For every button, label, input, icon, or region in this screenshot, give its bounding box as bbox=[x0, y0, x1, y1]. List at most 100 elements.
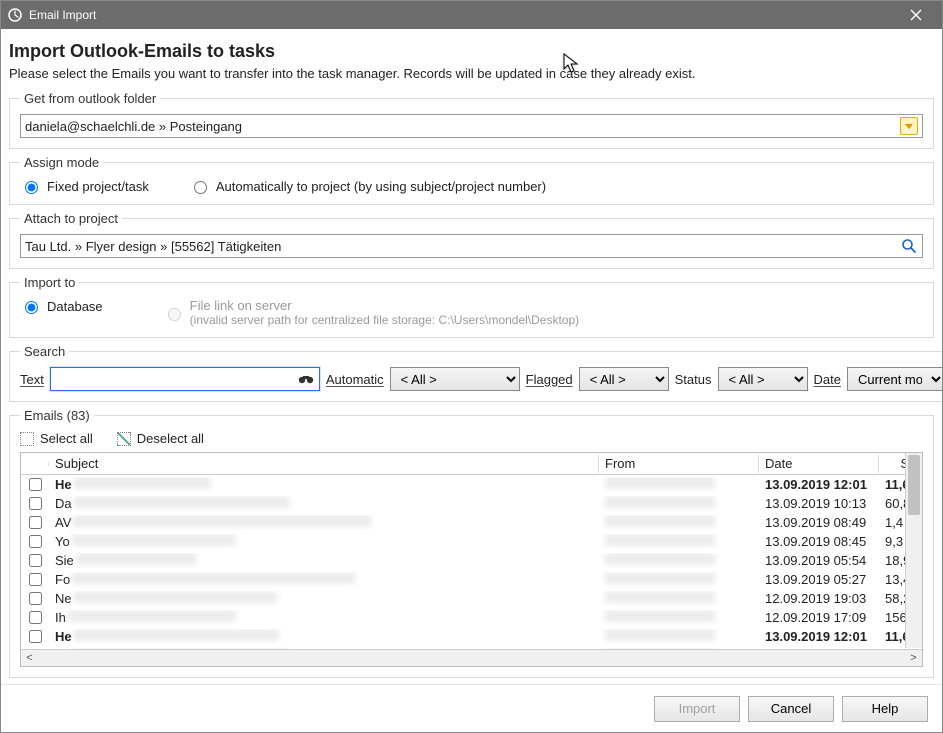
app-icon bbox=[7, 7, 23, 23]
radio-filelink bbox=[168, 308, 181, 321]
status-label: Status bbox=[675, 372, 712, 387]
search-icon[interactable] bbox=[900, 237, 918, 255]
table-row[interactable]: Yoxx13.09.2019 08:459,3 K bbox=[21, 532, 922, 551]
import-to-legend: Import to bbox=[20, 275, 79, 290]
flagged-label: Flagged bbox=[526, 372, 573, 387]
col-date[interactable]: Date bbox=[759, 454, 879, 473]
import-to-database[interactable]: Database bbox=[20, 298, 103, 314]
table-row[interactable]: Daxx13.09.2019 10:1360,8 K bbox=[21, 494, 922, 513]
scroll-right-icon[interactable]: > bbox=[905, 652, 922, 664]
scroll-left-icon[interactable]: < bbox=[21, 652, 38, 664]
search-input-wrap[interactable] bbox=[50, 367, 320, 391]
redacted-text: x bbox=[605, 648, 715, 649]
assign-mode-auto[interactable]: Automatically to project (by using subje… bbox=[189, 178, 546, 194]
redacted-text: x bbox=[72, 572, 355, 584]
table-row[interactable]: Siexx13.09.2019 05:5418,9 K bbox=[21, 551, 922, 570]
redacted-text: x bbox=[74, 496, 290, 508]
import-to-group: Import to Database File link on server (… bbox=[9, 275, 934, 338]
status-select[interactable]: < All > bbox=[718, 367, 808, 391]
row-date: 13.09.2019 10:13 bbox=[759, 648, 879, 649]
row-checkbox[interactable] bbox=[29, 592, 42, 605]
redacted-text: x bbox=[605, 610, 715, 622]
row-checkbox[interactable] bbox=[29, 478, 42, 491]
scrollbar-thumb[interactable] bbox=[908, 455, 920, 515]
titlebar: Email Import bbox=[1, 1, 942, 29]
select-all-icon bbox=[20, 432, 34, 446]
row-date: 13.09.2019 08:45 bbox=[759, 534, 879, 549]
date-select[interactable]: Current month bbox=[847, 367, 942, 391]
row-checkbox[interactable] bbox=[29, 535, 42, 548]
row-subject-prefix: Sie bbox=[55, 553, 74, 568]
table-row[interactable]: Daxx13.09.2019 10:1360,8 K bbox=[21, 646, 922, 649]
redacted-text: x bbox=[68, 610, 236, 622]
assign-mode-fixed[interactable]: Fixed project/task bbox=[20, 178, 149, 194]
cancel-button[interactable]: Cancel bbox=[748, 696, 834, 722]
window-title: Email Import bbox=[29, 8, 896, 22]
table-row[interactable]: Ihxx12.09.2019 17:09156,8 K bbox=[21, 608, 922, 627]
select-all-button[interactable]: Select all bbox=[20, 431, 93, 446]
redacted-text: x bbox=[605, 477, 715, 489]
col-subject[interactable]: Subject bbox=[49, 454, 599, 473]
row-checkbox[interactable] bbox=[29, 630, 42, 643]
import-button[interactable]: Import bbox=[654, 696, 740, 722]
redacted-text: x bbox=[74, 648, 289, 649]
page-title: Import Outlook-Emails to tasks bbox=[9, 41, 934, 62]
radio-fixed[interactable] bbox=[25, 181, 38, 194]
select-all-label: Select all bbox=[40, 431, 93, 446]
table-row[interactable]: Hexx13.09.2019 12:0111,6 K bbox=[21, 627, 922, 646]
import-to-database-label: Database bbox=[47, 299, 103, 314]
attach-project-picker[interactable]: Tau Ltd. » Flyer design » [55562] Tätigk… bbox=[20, 234, 923, 258]
help-button[interactable]: Help bbox=[842, 696, 928, 722]
vertical-scrollbar[interactable] bbox=[905, 453, 922, 648]
redacted-text: x bbox=[605, 534, 715, 546]
automatic-label: Automatic bbox=[326, 372, 384, 387]
row-subject-prefix: Fo bbox=[55, 572, 70, 587]
col-from[interactable]: From bbox=[599, 454, 759, 473]
radio-database[interactable] bbox=[25, 301, 38, 314]
table-row[interactable]: Hexx13.09.2019 12:0111,6 K bbox=[21, 475, 922, 494]
row-date: 13.09.2019 08:49 bbox=[759, 515, 879, 530]
search-input[interactable] bbox=[55, 368, 297, 390]
deselect-all-button[interactable]: Deselect all bbox=[117, 431, 204, 446]
close-button[interactable] bbox=[896, 1, 936, 29]
flagged-select[interactable]: < All > bbox=[579, 367, 669, 391]
row-size: 60,8 K bbox=[879, 648, 919, 649]
row-date: 13.09.2019 05:54 bbox=[759, 553, 879, 568]
redacted-text: x bbox=[605, 629, 715, 641]
row-date: 13.09.2019 05:27 bbox=[759, 572, 879, 587]
row-subject-prefix: Ih bbox=[55, 610, 66, 625]
binoculars-icon[interactable] bbox=[297, 370, 315, 388]
search-text-label: Text bbox=[20, 372, 44, 387]
folder-open-icon[interactable] bbox=[900, 117, 918, 135]
row-checkbox[interactable] bbox=[29, 573, 42, 586]
row-checkbox[interactable] bbox=[29, 554, 42, 567]
table-row[interactable]: Nexx12.09.2019 19:0358,2 K bbox=[21, 589, 922, 608]
row-subject-prefix: Ne bbox=[55, 591, 72, 606]
attach-project-legend: Attach to project bbox=[20, 211, 122, 226]
redacted-text: x bbox=[72, 534, 236, 546]
email-import-window: Email Import Import Outlook-Emails to ta… bbox=[0, 0, 943, 733]
assign-mode-auto-label: Automatically to project (by using subje… bbox=[216, 179, 546, 194]
row-checkbox[interactable] bbox=[29, 497, 42, 510]
attach-project-value: Tau Ltd. » Flyer design » [55562] Tätigk… bbox=[25, 239, 900, 254]
redacted-text: x bbox=[605, 496, 715, 508]
row-date: 13.09.2019 12:01 bbox=[759, 477, 879, 492]
row-date: 12.09.2019 19:03 bbox=[759, 591, 879, 606]
table-row[interactable]: Foxx13.09.2019 05:2713,4 K bbox=[21, 570, 922, 589]
row-checkbox[interactable] bbox=[29, 516, 42, 529]
redacted-text: x bbox=[605, 591, 715, 603]
date-label: Date bbox=[814, 372, 841, 387]
automatic-select[interactable]: < All > bbox=[390, 367, 520, 391]
row-subject-prefix: Yo bbox=[55, 534, 70, 549]
deselect-all-label: Deselect all bbox=[137, 431, 204, 446]
row-subject-prefix: Da bbox=[55, 496, 72, 511]
search-group: Search Text Automatic < All > Flagged < … bbox=[9, 344, 942, 402]
row-checkbox[interactable] bbox=[29, 611, 42, 624]
table-body: Hexx13.09.2019 12:0111,6 KDaxx13.09.2019… bbox=[21, 475, 922, 649]
table-row[interactable]: AVxx13.09.2019 08:491,4 M bbox=[21, 513, 922, 532]
horizontal-scrollbar[interactable]: < > bbox=[21, 649, 922, 666]
outlook-folder-picker[interactable]: daniela@schaelchli.de » Posteingang bbox=[20, 114, 923, 138]
radio-auto[interactable] bbox=[194, 181, 207, 194]
outlook-folder-group: Get from outlook folder daniela@schaelch… bbox=[9, 91, 934, 149]
page-subtitle: Please select the Emails you want to tra… bbox=[9, 66, 934, 81]
